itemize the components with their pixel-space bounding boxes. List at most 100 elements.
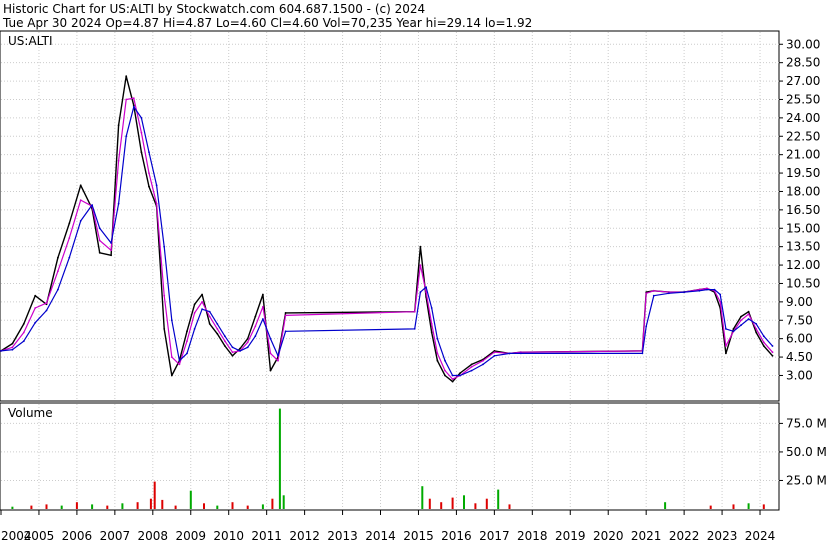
price-point xyxy=(254,315,257,318)
price-point xyxy=(652,289,655,292)
volume-bar xyxy=(11,506,14,509)
price-point xyxy=(98,227,101,230)
price-point xyxy=(57,256,59,259)
price-point xyxy=(68,222,71,225)
price-point xyxy=(193,312,196,314)
price-point xyxy=(170,319,173,322)
volume-panel-frame xyxy=(0,402,780,511)
volume-bar xyxy=(174,505,177,509)
x-tick-label: 2009 xyxy=(175,529,206,543)
price-point xyxy=(239,350,242,352)
x-tick-label: 2016 xyxy=(441,529,472,543)
x-tick-label: 2024 xyxy=(745,529,776,543)
price-point xyxy=(470,363,473,366)
price-point xyxy=(459,372,462,374)
price-point xyxy=(459,374,462,377)
volume-bar xyxy=(497,489,500,509)
x-tick-label: 2013 xyxy=(327,529,358,543)
price-point xyxy=(436,337,439,340)
x-tick-label: 2011 xyxy=(251,529,282,543)
price-tick-label: 18.00 xyxy=(786,184,820,198)
price-point xyxy=(216,332,219,335)
price-point xyxy=(110,249,112,252)
volume-bar xyxy=(153,481,156,509)
price-point xyxy=(269,369,272,372)
price-point xyxy=(98,239,101,242)
price-point xyxy=(148,185,150,188)
x-tick-label: 2008 xyxy=(138,529,169,543)
price-point xyxy=(208,310,211,313)
price-point xyxy=(470,366,473,368)
price-point xyxy=(246,337,249,340)
price-point xyxy=(425,286,427,288)
price-point xyxy=(125,135,128,138)
price-tick-label: 7.50 xyxy=(786,313,813,327)
price-point xyxy=(140,117,143,119)
price-point xyxy=(208,323,211,325)
price-point xyxy=(57,270,59,273)
price-point xyxy=(284,314,287,317)
price-point xyxy=(254,335,257,338)
volume-bar xyxy=(30,505,33,509)
price-point xyxy=(520,352,522,355)
price-tick-label: 15.00 xyxy=(786,221,820,235)
price-point xyxy=(740,324,742,327)
x-tick-label: 2018 xyxy=(517,529,548,543)
price-point xyxy=(430,307,433,309)
price-point xyxy=(683,291,685,293)
volume-bar xyxy=(60,505,63,509)
x-tick-label: 2021 xyxy=(631,529,662,543)
volume-tick-label: 50.0 M xyxy=(786,445,827,459)
price-tick-label: 27.00 xyxy=(786,74,820,88)
x-tick-label: 2014 xyxy=(365,529,396,543)
volume-bar xyxy=(451,497,454,509)
price-point xyxy=(231,354,234,357)
price-point xyxy=(193,303,196,306)
price-point xyxy=(725,352,727,355)
price-point xyxy=(110,254,112,257)
price-point xyxy=(719,293,722,296)
x-tick-label: 2020 xyxy=(593,529,624,543)
price-tick-label: 28.50 xyxy=(786,56,820,70)
price-point xyxy=(444,369,446,372)
price-point xyxy=(110,242,112,244)
volume-bar xyxy=(440,502,443,509)
price-point xyxy=(34,321,37,324)
price-point xyxy=(45,302,48,304)
price-point xyxy=(262,305,264,308)
price-point xyxy=(79,220,82,222)
volume-bar xyxy=(136,502,139,509)
price-point xyxy=(771,351,774,354)
price-point xyxy=(269,352,272,355)
price-tick-label: 10.50 xyxy=(786,276,820,290)
price-point xyxy=(216,328,219,330)
price-point xyxy=(68,237,71,240)
x-tick-label: 2022 xyxy=(669,529,700,543)
price-point xyxy=(170,374,173,377)
volume-bar xyxy=(747,503,750,509)
price-point xyxy=(269,337,272,340)
price-point xyxy=(451,378,454,380)
price-tick-label: 24.00 xyxy=(786,111,820,125)
price-point xyxy=(762,341,765,344)
volume-bar xyxy=(278,408,281,509)
price-point xyxy=(201,301,204,303)
price-point xyxy=(419,245,422,248)
price-point xyxy=(740,319,742,322)
x-tick-label: 2010 xyxy=(213,529,244,543)
x-tick-label: 2005 xyxy=(24,529,55,543)
price-point xyxy=(413,328,416,330)
price-point xyxy=(79,184,82,187)
price-point xyxy=(178,359,181,362)
price-point xyxy=(755,328,758,330)
price-point xyxy=(451,374,454,377)
price-point xyxy=(747,310,750,313)
volume-bar xyxy=(421,486,424,509)
price-point xyxy=(11,348,14,351)
price-point xyxy=(140,131,143,134)
price-point xyxy=(163,245,166,248)
volume-bar xyxy=(45,504,48,509)
price-tick-label: 19.50 xyxy=(786,166,820,180)
price-point xyxy=(755,331,758,334)
volume-bar xyxy=(463,495,465,509)
